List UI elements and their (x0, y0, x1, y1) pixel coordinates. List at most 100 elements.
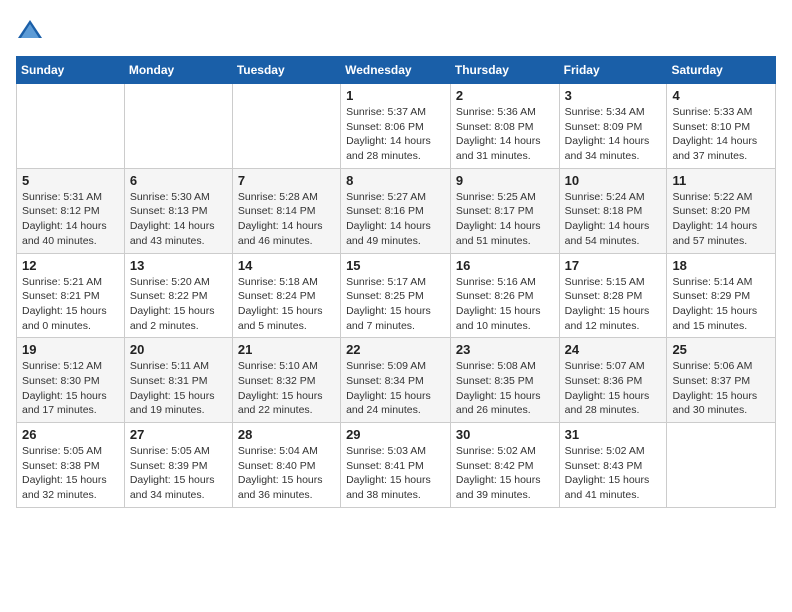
day-number: 5 (22, 173, 119, 188)
day-info: Sunrise: 5:16 AMSunset: 8:26 PMDaylight:… (456, 275, 554, 334)
calendar-cell: 22 Sunrise: 5:09 AMSunset: 8:34 PMDayligh… (341, 338, 451, 423)
day-number: 20 (130, 342, 227, 357)
calendar-cell (124, 84, 232, 169)
calendar-cell: 3 Sunrise: 5:34 AMSunset: 8:09 PMDaylight… (559, 84, 667, 169)
logo (16, 16, 48, 44)
day-number: 13 (130, 258, 227, 273)
day-info: Sunrise: 5:18 AMSunset: 8:24 PMDaylight:… (238, 275, 335, 334)
day-number: 4 (672, 88, 770, 103)
weekday-header: Wednesday (341, 57, 451, 84)
calendar-cell: 26 Sunrise: 5:05 AMSunset: 8:38 PMDayligh… (17, 423, 125, 508)
day-number: 30 (456, 427, 554, 442)
weekday-header: Sunday (17, 57, 125, 84)
calendar-cell: 21 Sunrise: 5:10 AMSunset: 8:32 PMDayligh… (232, 338, 340, 423)
day-number: 15 (346, 258, 445, 273)
calendar-cell: 29Sunrise: 5:03 AMSunset: 8:41 PMDayligh… (341, 423, 451, 508)
day-info: Sunrise: 5:17 AMSunset: 8:25 PMDaylight:… (346, 275, 445, 334)
day-info: Sunrise: 5:25 AMSunset: 8:17 PMDaylight:… (456, 190, 554, 249)
weekday-header: Friday (559, 57, 667, 84)
calendar-cell: 16 Sunrise: 5:16 AMSunset: 8:26 PMDayligh… (450, 253, 559, 338)
day-info: Sunrise: 5:31 AMSunset: 8:12 PMDaylight:… (22, 190, 119, 249)
calendar-cell (232, 84, 340, 169)
day-number: 27 (130, 427, 227, 442)
day-number: 17 (565, 258, 662, 273)
weekday-header: Thursday (450, 57, 559, 84)
calendar-cell: 15 Sunrise: 5:17 AMSunset: 8:25 PMDayligh… (341, 253, 451, 338)
day-number: 3 (565, 88, 662, 103)
calendar-cell (667, 423, 776, 508)
calendar-cell: 1 Sunrise: 5:37 AMSunset: 8:06 PMDaylight… (341, 84, 451, 169)
day-info: Sunrise: 5:33 AMSunset: 8:10 PMDaylight:… (672, 105, 770, 164)
calendar-cell: 14 Sunrise: 5:18 AMSunset: 8:24 PMDayligh… (232, 253, 340, 338)
day-number: 2 (456, 88, 554, 103)
day-info: Sunrise: 5:05 AMSunset: 8:39 PMDaylight:… (130, 444, 227, 503)
day-info: Sunrise: 5:04 AMSunset: 8:40 PMDaylight:… (238, 444, 335, 503)
day-number: 7 (238, 173, 335, 188)
calendar-cell: 7 Sunrise: 5:28 AMSunset: 8:14 PMDaylight… (232, 168, 340, 253)
day-info: Sunrise: 5:03 AMSunset: 8:41 PMDaylight:… (346, 444, 445, 503)
calendar-cell: 10Sunrise: 5:24 AMSunset: 8:18 PMDayligh… (559, 168, 667, 253)
day-info: Sunrise: 5:30 AMSunset: 8:13 PMDaylight:… (130, 190, 227, 249)
day-number: 10 (565, 173, 662, 188)
day-number: 6 (130, 173, 227, 188)
calendar-cell: 4 Sunrise: 5:33 AMSunset: 8:10 PMDaylight… (667, 84, 776, 169)
logo-icon (16, 16, 44, 44)
page-header (16, 16, 776, 44)
day-number: 21 (238, 342, 335, 357)
day-number: 23 (456, 342, 554, 357)
day-info: Sunrise: 5:07 AMSunset: 8:36 PMDaylight:… (565, 359, 662, 418)
day-number: 8 (346, 173, 445, 188)
day-number: 11 (672, 173, 770, 188)
day-info: Sunrise: 5:28 AMSunset: 8:14 PMDaylight:… (238, 190, 335, 249)
day-info: Sunrise: 5:12 AMSunset: 8:30 PMDaylight:… (22, 359, 119, 418)
weekday-header: Tuesday (232, 57, 340, 84)
day-info: Sunrise: 5:02 AMSunset: 8:42 PMDaylight:… (456, 444, 554, 503)
day-info: Sunrise: 5:02 AMSunset: 8:43 PMDaylight:… (565, 444, 662, 503)
calendar-cell: 31 Sunrise: 5:02 AMSunset: 8:43 PMDayligh… (559, 423, 667, 508)
calendar-cell: 11 Sunrise: 5:22 AMSunset: 8:20 PMDayligh… (667, 168, 776, 253)
day-number: 22 (346, 342, 445, 357)
day-info: Sunrise: 5:06 AMSunset: 8:37 PMDaylight:… (672, 359, 770, 418)
calendar-cell: 30 Sunrise: 5:02 AMSunset: 8:42 PMDayligh… (450, 423, 559, 508)
day-number: 31 (565, 427, 662, 442)
calendar-cell: 18Sunrise: 5:14 AMSunset: 8:29 PMDayligh… (667, 253, 776, 338)
calendar-week-row: 19Sunrise: 5:12 AMSunset: 8:30 PMDayligh… (17, 338, 776, 423)
calendar-header-row: SundayMondayTuesdayWednesdayThursdayFrid… (17, 57, 776, 84)
calendar-cell: 25 Sunrise: 5:06 AMSunset: 8:37 PMDayligh… (667, 338, 776, 423)
calendar-cell: 27 Sunrise: 5:05 AMSunset: 8:39 PMDayligh… (124, 423, 232, 508)
day-number: 9 (456, 173, 554, 188)
calendar-cell: 5 Sunrise: 5:31 AMSunset: 8:12 PMDaylight… (17, 168, 125, 253)
weekday-header: Saturday (667, 57, 776, 84)
day-number: 18 (672, 258, 770, 273)
day-info: Sunrise: 5:10 AMSunset: 8:32 PMDaylight:… (238, 359, 335, 418)
day-info: Sunrise: 5:09 AMSunset: 8:34 PMDaylight:… (346, 359, 445, 418)
day-number: 1 (346, 88, 445, 103)
day-info: Sunrise: 5:20 AMSunset: 8:22 PMDaylight:… (130, 275, 227, 334)
day-info: Sunrise: 5:27 AMSunset: 8:16 PMDaylight:… (346, 190, 445, 249)
calendar-week-row: 5 Sunrise: 5:31 AMSunset: 8:12 PMDaylight… (17, 168, 776, 253)
calendar-cell: 19Sunrise: 5:12 AMSunset: 8:30 PMDayligh… (17, 338, 125, 423)
day-info: Sunrise: 5:37 AMSunset: 8:06 PMDaylight:… (346, 105, 445, 164)
calendar-cell: 17Sunrise: 5:15 AMSunset: 8:28 PMDayligh… (559, 253, 667, 338)
day-info: Sunrise: 5:11 AMSunset: 8:31 PMDaylight:… (130, 359, 227, 418)
day-info: Sunrise: 5:22 AMSunset: 8:20 PMDaylight:… (672, 190, 770, 249)
day-info: Sunrise: 5:08 AMSunset: 8:35 PMDaylight:… (456, 359, 554, 418)
day-number: 14 (238, 258, 335, 273)
calendar-cell: 13 Sunrise: 5:20 AMSunset: 8:22 PMDayligh… (124, 253, 232, 338)
calendar-cell: 28 Sunrise: 5:04 AMSunset: 8:40 PMDayligh… (232, 423, 340, 508)
weekday-header: Monday (124, 57, 232, 84)
calendar-cell: 2Sunrise: 5:36 AMSunset: 8:08 PMDaylight… (450, 84, 559, 169)
calendar-cell (17, 84, 125, 169)
day-number: 25 (672, 342, 770, 357)
calendar-table: SundayMondayTuesdayWednesdayThursdayFrid… (16, 56, 776, 508)
calendar-cell: 8 Sunrise: 5:27 AMSunset: 8:16 PMDaylight… (341, 168, 451, 253)
day-info: Sunrise: 5:05 AMSunset: 8:38 PMDaylight:… (22, 444, 119, 503)
day-info: Sunrise: 5:21 AMSunset: 8:21 PMDaylight:… (22, 275, 119, 334)
day-number: 24 (565, 342, 662, 357)
day-number: 26 (22, 427, 119, 442)
calendar-cell: 12Sunrise: 5:21 AMSunset: 8:21 PMDayligh… (17, 253, 125, 338)
day-number: 16 (456, 258, 554, 273)
day-number: 28 (238, 427, 335, 442)
calendar-cell: 9 Sunrise: 5:25 AMSunset: 8:17 PMDaylight… (450, 168, 559, 253)
day-info: Sunrise: 5:34 AMSunset: 8:09 PMDaylight:… (565, 105, 662, 164)
